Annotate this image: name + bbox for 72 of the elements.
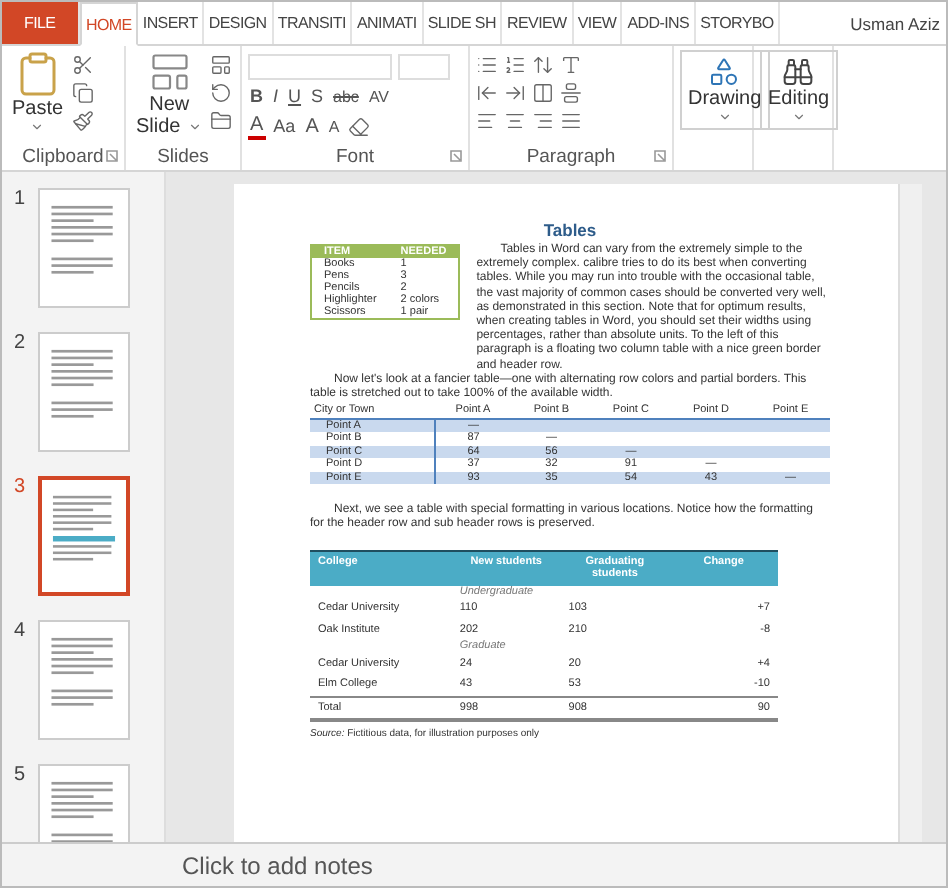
text-direction-icon[interactable] bbox=[560, 54, 582, 76]
slide-thumbnail[interactable] bbox=[38, 332, 130, 452]
layout-icon[interactable] bbox=[210, 54, 233, 76]
format-button[interactable]: abc bbox=[331, 86, 361, 108]
slide-title: Tables bbox=[541, 220, 599, 240]
align-center-icon[interactable] bbox=[504, 110, 526, 132]
format-button[interactable]: B bbox=[248, 86, 265, 108]
dialog-launcher-icon[interactable] bbox=[450, 150, 462, 162]
eraser-icon[interactable] bbox=[347, 116, 370, 138]
numbered-list-icon[interactable] bbox=[504, 54, 526, 76]
paintbrush-icon[interactable] bbox=[71, 110, 94, 132]
ribbon-tab[interactable]: STORYBO bbox=[695, 2, 781, 44]
group-label: Clipboard bbox=[22, 145, 104, 167]
slide-number: 1 bbox=[14, 188, 28, 210]
format-button[interactable]: AV bbox=[366, 86, 392, 108]
format-button[interactable]: S bbox=[309, 86, 326, 108]
align-left-icon[interactable] bbox=[476, 110, 498, 132]
slide-number: 4 bbox=[14, 620, 28, 642]
font-size-button[interactable]: A bbox=[303, 116, 321, 138]
font-size-field[interactable] bbox=[398, 54, 450, 80]
shapes-icon bbox=[708, 56, 741, 88]
paste-button[interactable]: Paste bbox=[8, 50, 68, 134]
ribbon-tab[interactable]: SLIDE SH bbox=[423, 2, 503, 44]
increase-indent-icon[interactable] bbox=[504, 82, 526, 104]
scrollbar[interactable] bbox=[898, 184, 922, 842]
slide-number: 2 bbox=[14, 332, 28, 354]
font-name-field[interactable] bbox=[248, 54, 392, 80]
notes-placeholder[interactable]: Click to add notes bbox=[182, 851, 373, 879]
justify-icon[interactable] bbox=[560, 110, 582, 132]
user-name[interactable]: Usman Aziz bbox=[844, 2, 946, 44]
ribbon-tab[interactable]: ADD-INS bbox=[622, 2, 696, 44]
caret-icon bbox=[188, 120, 203, 134]
slide-number: 5 bbox=[14, 764, 28, 786]
slide-thumbnail[interactable] bbox=[38, 476, 130, 596]
group-label: Font bbox=[335, 145, 374, 167]
binoculars-icon bbox=[782, 56, 815, 88]
decrease-indent-icon[interactable] bbox=[476, 82, 498, 104]
ribbon-tab[interactable]: TRANSITI bbox=[273, 2, 353, 44]
caret-icon bbox=[791, 110, 806, 124]
slide-layout-icon bbox=[147, 50, 192, 94]
align-text-icon[interactable] bbox=[560, 82, 582, 104]
slide-thumbnail[interactable] bbox=[38, 620, 130, 740]
caret-icon bbox=[717, 110, 732, 124]
slide-thumbnail[interactable] bbox=[38, 188, 130, 308]
ribbon-tab[interactable]: INSERT bbox=[138, 2, 205, 44]
new-slide-button[interactable]: New Slide bbox=[132, 50, 207, 138]
dialog-launcher-icon[interactable] bbox=[106, 150, 118, 162]
slide-number: 3 bbox=[14, 476, 28, 498]
group-label: Paragraph bbox=[526, 145, 616, 167]
ribbon-tab[interactable]: VIEW bbox=[573, 2, 623, 44]
ribbon-tab[interactable]: DESIGN bbox=[204, 2, 274, 44]
columns-icon[interactable] bbox=[532, 82, 554, 104]
align-right-icon[interactable] bbox=[532, 110, 554, 132]
cut-icon[interactable] bbox=[71, 54, 94, 76]
file-tab[interactable]: FILE bbox=[2, 2, 80, 44]
reset-icon[interactable] bbox=[210, 82, 233, 104]
dialog-launcher-icon[interactable] bbox=[654, 150, 666, 162]
font-size-button[interactable]: A bbox=[248, 114, 266, 140]
caret-icon bbox=[30, 120, 45, 134]
ribbon-tab[interactable]: HOME bbox=[79, 2, 139, 46]
editing-button[interactable]: Editing bbox=[760, 50, 838, 130]
line-spacing-icon[interactable] bbox=[532, 54, 554, 76]
format-button[interactable]: I bbox=[271, 86, 281, 108]
ribbon-tab[interactable]: REVIEW bbox=[502, 2, 574, 44]
group-label: Slides bbox=[157, 145, 209, 167]
folder-icon[interactable] bbox=[210, 110, 233, 132]
drawing-button[interactable]: Drawing bbox=[680, 50, 770, 130]
ribbon-tab[interactable]: ANIMATI bbox=[352, 2, 424, 44]
font-size-button[interactable]: A bbox=[326, 116, 342, 138]
copy-icon[interactable] bbox=[71, 82, 94, 104]
font-size-button[interactable]: Aa bbox=[271, 116, 298, 138]
format-button[interactable]: U bbox=[286, 86, 304, 108]
